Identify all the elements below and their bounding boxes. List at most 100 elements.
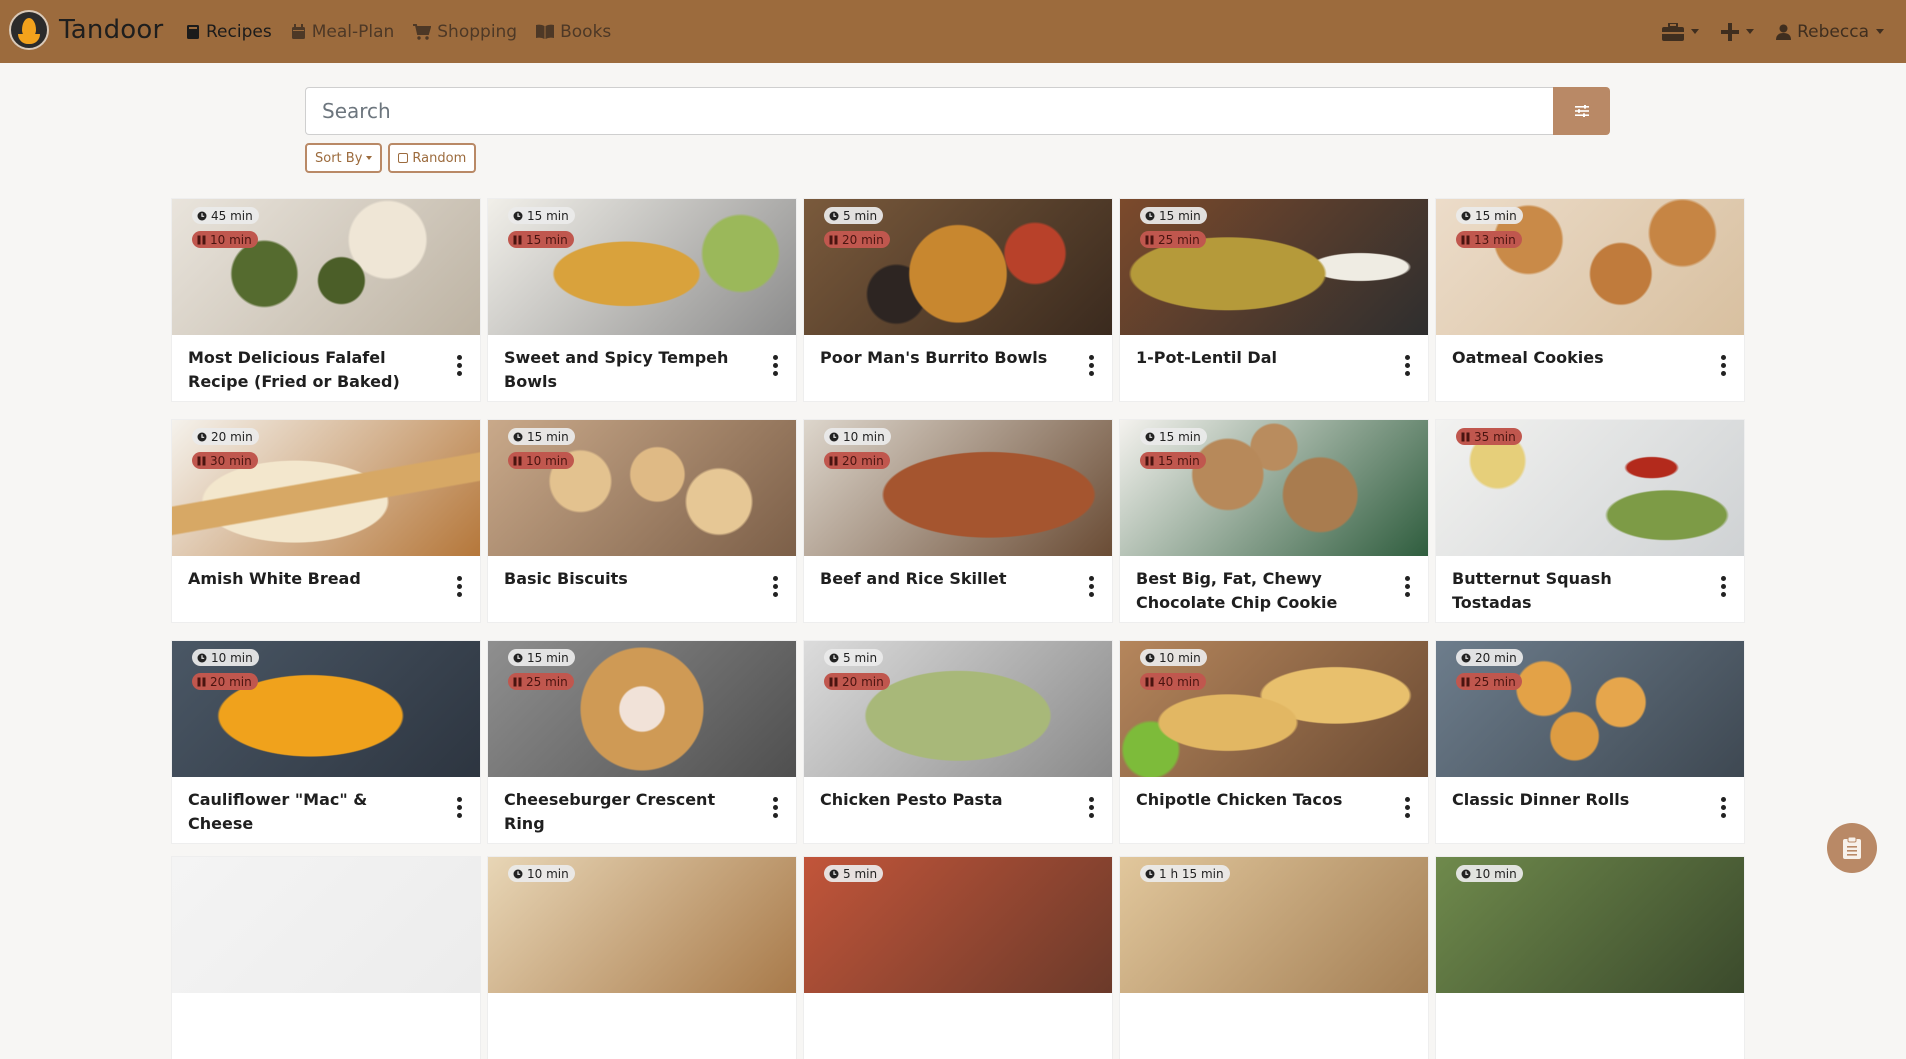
sort-by-button[interactable]: Sort By <box>305 143 383 173</box>
random-button[interactable]: Random <box>388 143 477 173</box>
recipe-title[interactable]: Butternut Squash Tostadas <box>1452 567 1692 615</box>
pause-icon <box>513 677 522 686</box>
recipe-card[interactable]: 5 min <box>804 857 1112 1059</box>
recipe-card[interactable]: 10 min 20 min Beef and Rice Skillet <box>804 420 1112 622</box>
waiting-time: 20 min <box>842 674 884 689</box>
recipe-card[interactable]: 1 h 15 min <box>1120 857 1428 1059</box>
clock-icon <box>513 432 523 441</box>
recipe-title[interactable]: Amish White Bread <box>188 567 428 591</box>
time-badges: 10 min 20 min <box>192 649 259 697</box>
recipe-title[interactable]: Best Big, Fat, Chewy Chocolate Chip Cook… <box>1136 567 1376 615</box>
waiting-time: 20 min <box>210 674 252 689</box>
recipe-menu-icon[interactable] <box>1404 576 1410 600</box>
time-badges: 15 min 13 min <box>1456 207 1523 255</box>
recipe-card[interactable]: 15 min 25 min Cheeseburger Crescent Ring <box>488 641 796 843</box>
working-time-badge: 10 min <box>1456 865 1523 882</box>
recipe-title[interactable]: Cheeseburger Crescent Ring <box>504 788 744 836</box>
add-dropdown[interactable] <box>1721 22 1755 41</box>
recipe-card[interactable]: 15 min 25 min 1-Pot-Lentil Dal <box>1120 199 1428 401</box>
nav-recipes-label: Recipes <box>206 21 272 42</box>
nav-recipes[interactable]: Recipes <box>186 22 272 42</box>
nav-shopping[interactable]: Shopping <box>413 22 517 42</box>
nav-books-label: Books <box>560 21 612 42</box>
recipe-menu-icon[interactable] <box>456 355 462 379</box>
recipe-card[interactable]: 5 min 20 min Chicken Pesto Pasta <box>804 641 1112 843</box>
brand-link[interactable]: Tandoor <box>9 10 163 50</box>
waiting-time-badge: 20 min <box>824 452 890 469</box>
recipe-title[interactable]: Basic Biscuits <box>504 567 744 591</box>
recipe-menu-icon[interactable] <box>456 797 462 821</box>
working-time: 10 min <box>527 866 569 881</box>
working-time: 10 min <box>843 429 885 444</box>
recipe-title[interactable]: Chicken Pesto Pasta <box>820 788 1060 812</box>
recipe-card[interactable]: 20 min 25 min Classic Dinner Rolls <box>1436 641 1744 843</box>
navbar: Tandoor Recipes Meal-Plan Shopping Books… <box>0 0 1906 63</box>
recipe-card[interactable]: 10 min <box>1436 857 1744 1059</box>
waiting-time: 35 min <box>1474 429 1516 444</box>
recipe-menu-icon[interactable] <box>772 576 778 600</box>
search-bar <box>305 87 1610 135</box>
recipe-menu-icon[interactable] <box>1404 355 1410 379</box>
recipe-card[interactable]: 10 min 20 min Cauliflower "Mac" & Cheese <box>172 641 480 843</box>
recipe-title[interactable]: Classic Dinner Rolls <box>1452 788 1692 812</box>
recipe-title[interactable]: Sweet and Spicy Tempeh Bowls <box>504 346 744 394</box>
working-time: 20 min <box>1475 650 1517 665</box>
nav-meal-plan[interactable]: Meal-Plan <box>291 22 394 42</box>
user-menu[interactable]: Rebecca <box>1776 22 1884 42</box>
recipe-title[interactable]: Poor Man's Burrito Bowls <box>820 346 1060 370</box>
working-time-badge: 5 min <box>824 649 884 666</box>
recipe-card[interactable]: 15 min 13 min Oatmeal Cookies <box>1436 199 1744 401</box>
search-input[interactable] <box>305 87 1554 135</box>
chevron-down-icon <box>1746 29 1755 34</box>
clock-icon <box>513 869 523 878</box>
recipe-menu-icon[interactable] <box>1720 355 1726 379</box>
recipe-menu-icon[interactable] <box>772 355 778 379</box>
recipe-menu-icon[interactable] <box>456 576 462 600</box>
recipe-menu-icon[interactable] <box>772 797 778 821</box>
recipe-card[interactable] <box>172 857 480 1059</box>
working-time-badge: 10 min <box>824 428 891 445</box>
waiting-time: 20 min <box>842 232 884 247</box>
pause-icon <box>829 456 838 465</box>
working-time: 10 min <box>1159 650 1201 665</box>
shopping-list-button[interactable] <box>1827 823 1877 873</box>
cart-icon <box>413 23 432 40</box>
recipe-title[interactable]: 1-Pot-Lentil Dal <box>1136 346 1376 370</box>
time-badges: 5 min 20 min <box>824 207 890 255</box>
recipe-menu-icon[interactable] <box>1720 797 1726 821</box>
clipboard-list-icon <box>1843 837 1861 859</box>
nav-books[interactable]: Books <box>536 22 611 42</box>
recipe-card[interactable]: 10 min <box>488 857 796 1059</box>
clock-icon <box>829 432 839 441</box>
recipe-title[interactable]: Most Delicious Falafel Recipe (Fried or … <box>188 346 428 394</box>
recipe-menu-icon[interactable] <box>1404 797 1410 821</box>
recipe-card[interactable]: 15 min 15 min Best Big, Fat, Chewy Chocola… <box>1120 420 1428 622</box>
working-time-badge: 20 min <box>1456 649 1523 666</box>
recipe-title[interactable]: Cauliflower "Mac" & Cheese <box>188 788 428 836</box>
clock-icon <box>829 211 839 220</box>
calendar-icon <box>291 23 305 39</box>
recipe-title[interactable]: Beef and Rice Skillet <box>820 567 1060 591</box>
recipe-menu-icon[interactable] <box>1720 576 1726 600</box>
recipe-card[interactable]: 15 min 15 min Sweet and Spicy Tempeh Bowls <box>488 199 796 401</box>
recipe-card[interactable]: 45 min 10 min Most Delicious Falafel Recip… <box>172 199 480 401</box>
pause-icon <box>513 235 522 244</box>
recipe-card[interactable]: 35 min Butternut Squash Tostadas <box>1436 420 1744 622</box>
recipe-title[interactable]: Chipotle Chicken Tacos <box>1136 788 1376 812</box>
recipe-title[interactable]: Oatmeal Cookies <box>1452 346 1692 370</box>
clock-icon <box>1461 869 1471 878</box>
waiting-time: 40 min <box>1158 674 1200 689</box>
recipe-image[interactable] <box>172 857 480 993</box>
pause-icon <box>1461 432 1470 441</box>
recipe-menu-icon[interactable] <box>1088 797 1094 821</box>
toolbox-dropdown[interactable] <box>1662 22 1700 41</box>
recipe-card[interactable]: 15 min 10 min Basic Biscuits <box>488 420 796 622</box>
recipe-card[interactable]: 10 min 40 min Chipotle Chicken Tacos <box>1120 641 1428 843</box>
recipe-card[interactable]: 5 min 20 min Poor Man's Burrito Bowls <box>804 199 1112 401</box>
sliders-icon <box>1574 105 1589 117</box>
advanced-search-button[interactable] <box>1553 87 1610 135</box>
recipe-menu-icon[interactable] <box>1088 355 1094 379</box>
recipe-card[interactable]: 20 min 30 min Amish White Bread <box>172 420 480 622</box>
recipe-menu-icon[interactable] <box>1088 576 1094 600</box>
working-time: 15 min <box>1159 429 1201 444</box>
